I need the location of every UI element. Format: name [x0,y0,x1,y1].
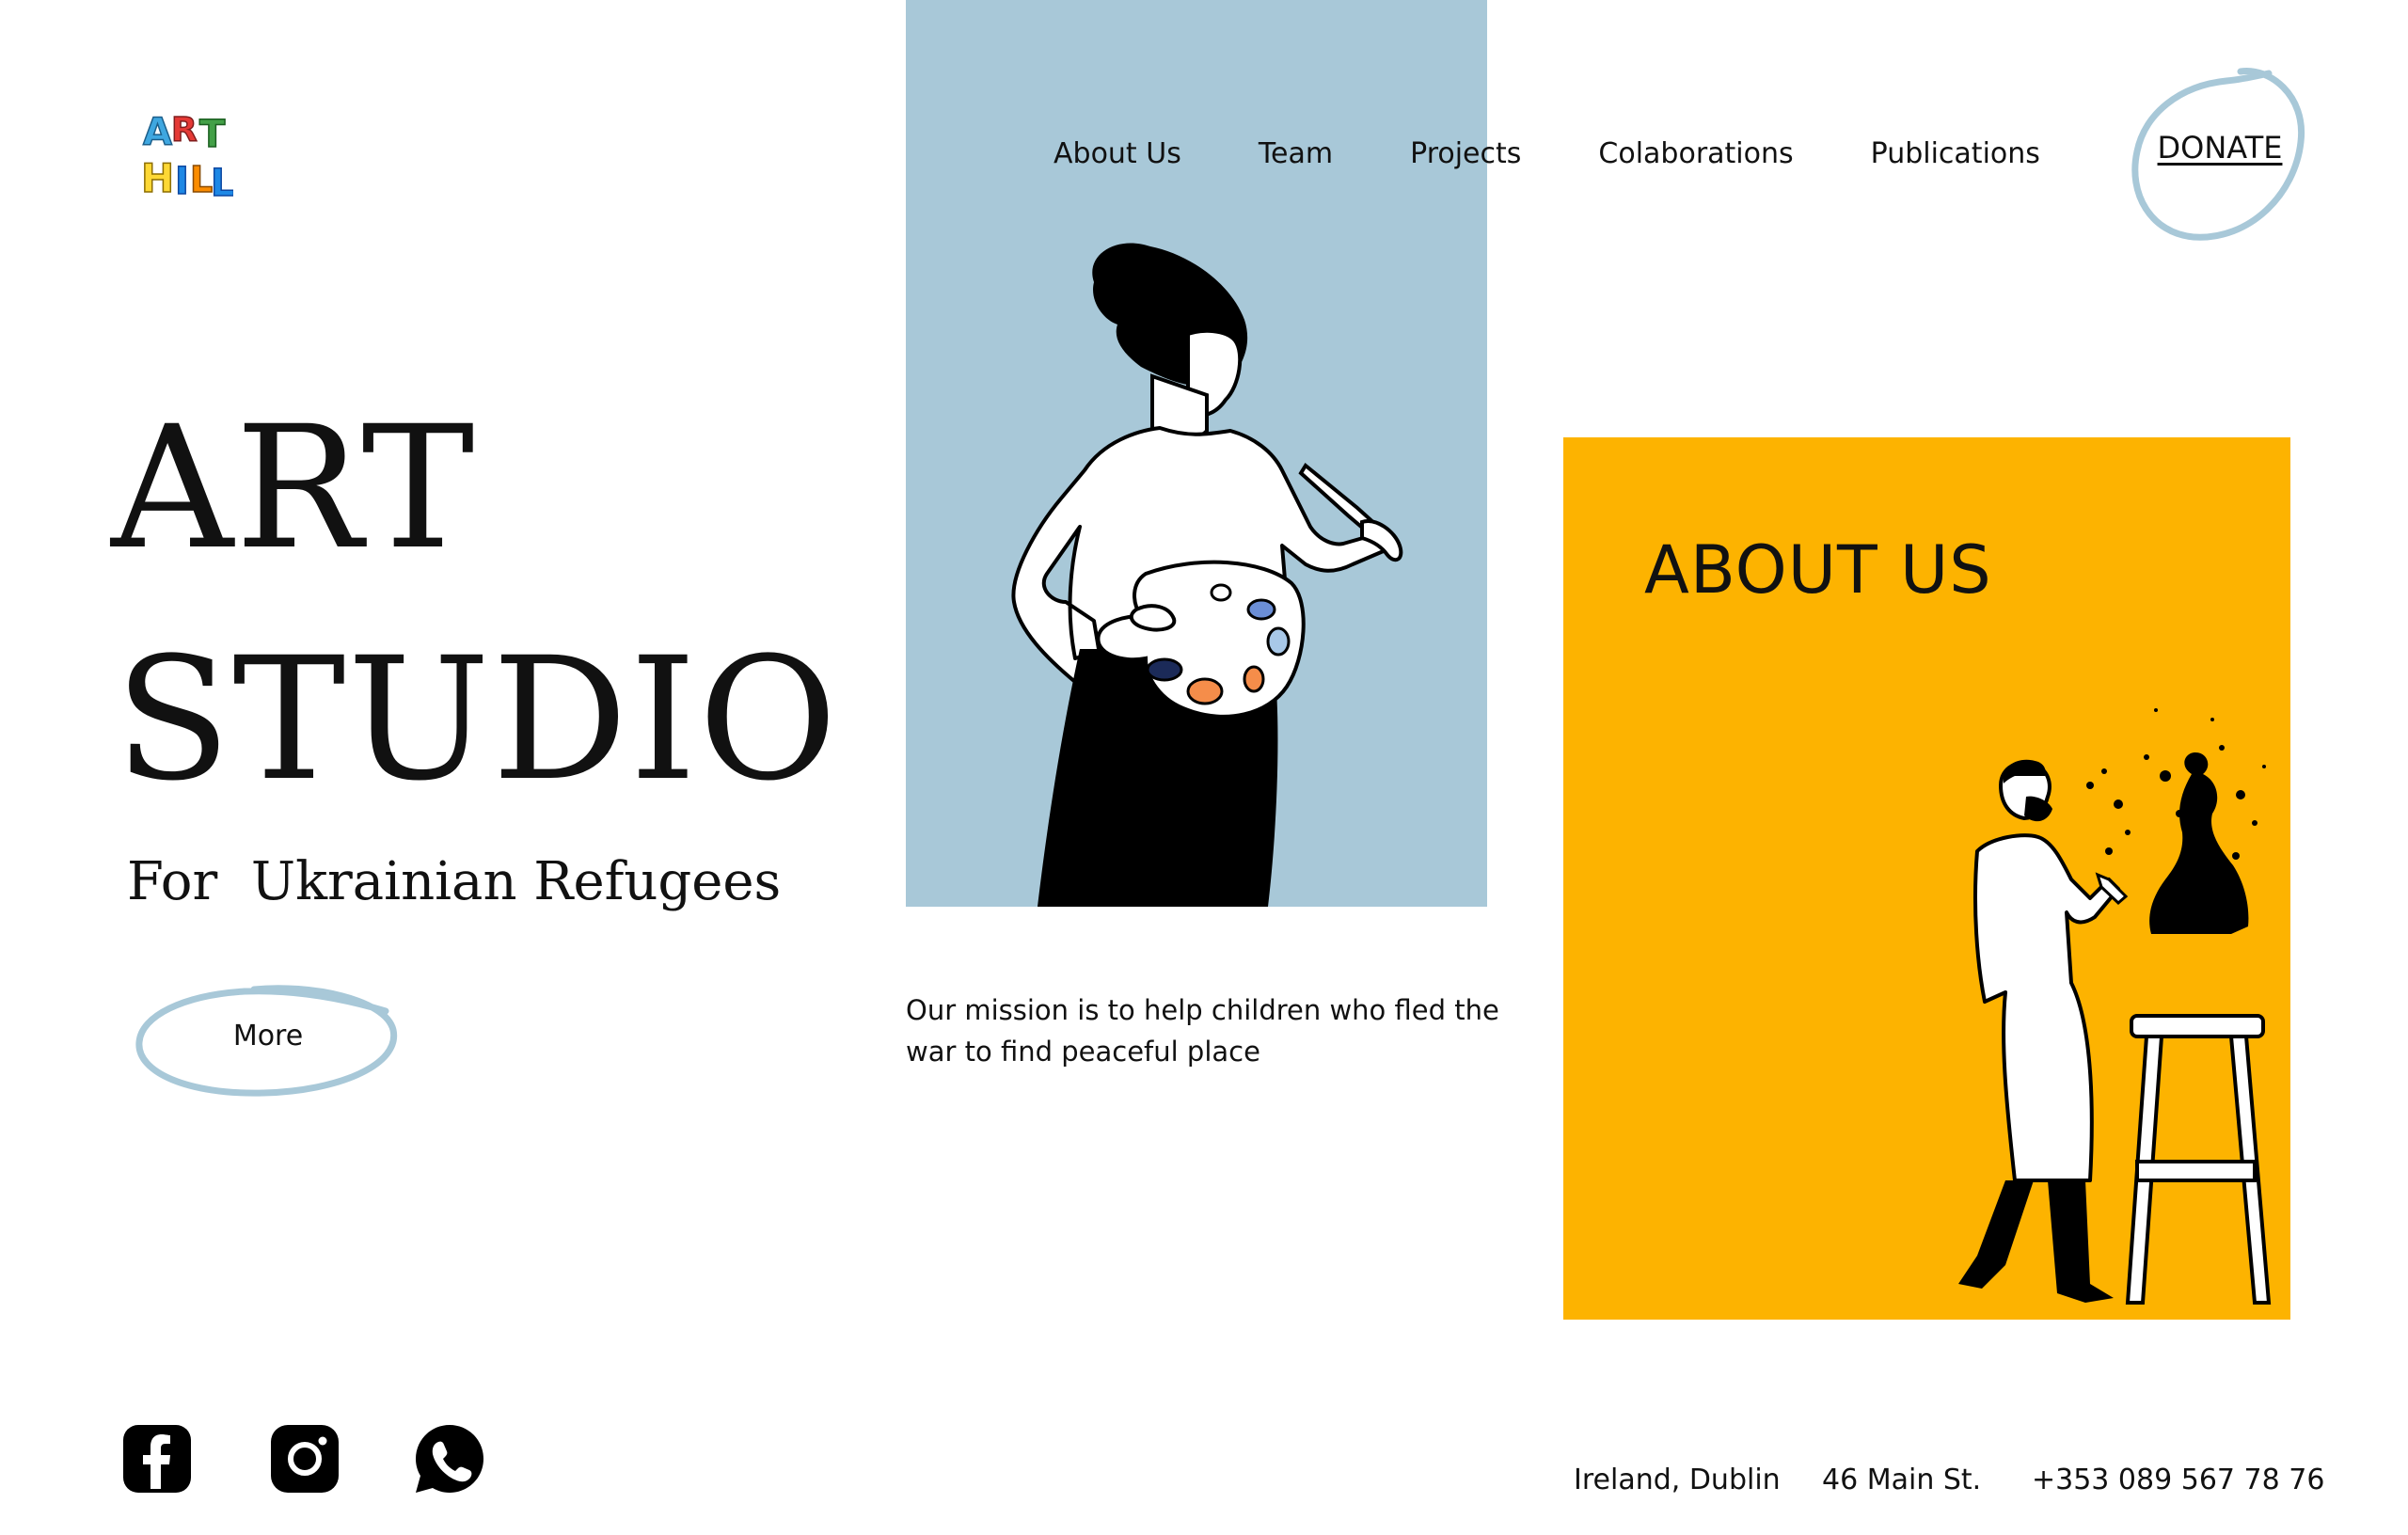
facebook-link[interactable] [121,1423,193,1495]
art-hill-logo[interactable]: A R T H I L L [139,105,233,199]
footer-address: 46 Main St. [1822,1464,1982,1496]
logo-icon: A R T H I L L [140,110,233,199]
svg-text:R: R [171,111,198,150]
hero-subtitle: For Ukrainian Refugees [127,851,782,912]
svg-text:T: T [199,113,226,156]
instagram-icon [271,1425,339,1493]
more-button[interactable]: More [132,978,404,1100]
nav-item-team[interactable]: Team [1259,137,1333,170]
nav-item-projects[interactable]: Projects [1410,137,1521,170]
donate-button[interactable]: DONATE [2128,62,2312,246]
nav-item-about-us[interactable]: About Us [1054,137,1181,170]
footer-phone[interactable]: +353 089 567 78 76 [2032,1464,2324,1496]
svg-text:L: L [211,162,233,199]
svg-text:L: L [190,159,213,199]
about-us-card[interactable]: ABOUT US [1563,437,2290,1320]
main-nav: About Us Team Projects Colaborations Pub… [1054,130,2040,177]
nav-item-publications[interactable]: Publications [1871,137,2040,170]
instagram-link[interactable] [269,1423,341,1495]
donate-label: DONATE [2157,130,2283,166]
footer-location: Ireland, Dublin [1574,1464,1781,1496]
nav-item-colaborations[interactable]: Colaborations [1598,137,1793,170]
whatsapp-icon [416,1425,483,1493]
mission-text: Our mission is to help children who fled… [906,994,1499,1068]
facebook-icon [123,1425,191,1493]
whatsapp-link[interactable] [414,1423,485,1495]
svg-text:H: H [141,155,174,199]
svg-text:A: A [143,111,172,154]
hero-title-line2: STUDIO [115,622,840,818]
more-label: More [232,1020,304,1052]
svg-text:I: I [175,160,189,199]
hero-title-line1: ART [111,390,477,587]
sculptor-illustration [1958,708,2272,1305]
